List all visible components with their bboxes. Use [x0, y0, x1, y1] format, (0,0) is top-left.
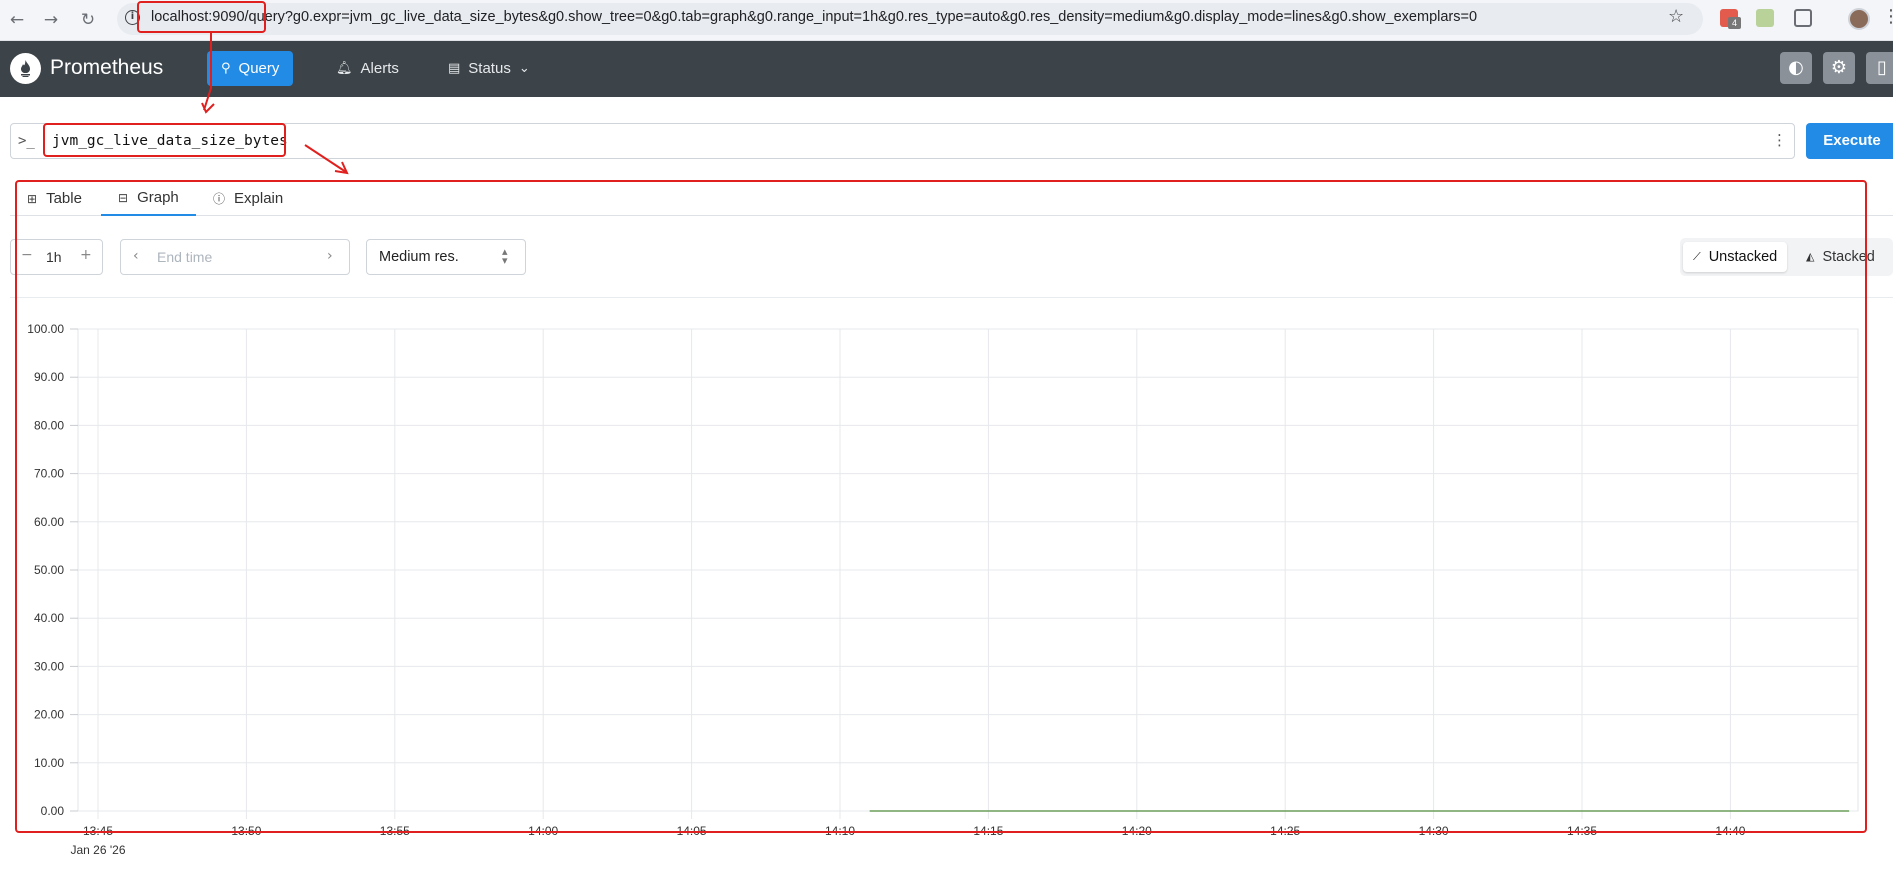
x-date-label: Jan 26 '26	[70, 843, 125, 857]
nav-alerts-label: Alerts	[360, 60, 399, 77]
browser-menu-icon[interactable]: ⋮	[1882, 6, 1893, 27]
extension-icon-2[interactable]	[1756, 9, 1774, 27]
forward-icon[interactable]: →	[39, 8, 63, 32]
annotation-expression-highlight	[43, 123, 286, 157]
nav-status[interactable]: ▤ Status ⌄	[434, 51, 544, 86]
nav-alerts[interactable]: 🔔︎ Alerts	[322, 51, 413, 86]
nav-query[interactable]: ⚲ Query	[207, 51, 294, 86]
theme-toggle-icon[interactable]: ◐	[1780, 52, 1812, 84]
url-text[interactable]: localhost:9090/query?g0.expr=jvm_gc_live…	[151, 9, 1477, 25]
server-icon: ▤	[448, 61, 461, 76]
prometheus-logo-icon[interactable]	[10, 53, 41, 84]
terminal-prompt-icon: >_	[18, 133, 35, 149]
arrow-diagonal-head	[334, 161, 349, 175]
reload-icon[interactable]: ↻	[76, 8, 100, 32]
back-icon[interactable]: ←	[5, 8, 29, 32]
bell-icon: 🔔︎	[336, 61, 353, 76]
app-header: Prometheus ⚲ Query 🔔︎ Alerts ▤ Status ⌄ …	[0, 41, 1893, 97]
nav-query-label: Query	[238, 60, 280, 77]
annotation-url-highlight	[137, 1, 266, 33]
chevron-down-icon: ⌄	[518, 61, 530, 76]
bookmark-star-icon[interactable]: ☆	[1668, 6, 1684, 27]
annotation-graph-highlight	[15, 180, 1867, 833]
settings-gear-icon[interactable]: ⚙	[1823, 52, 1855, 84]
docs-book-icon[interactable]: ▯	[1866, 52, 1893, 84]
extension-badge: 4	[1728, 17, 1741, 29]
arrow-down-head	[201, 102, 215, 114]
kebab-menu-icon[interactable]: ⋮	[1772, 131, 1787, 149]
execute-button[interactable]: Execute	[1806, 123, 1893, 159]
extensions-puzzle-icon[interactable]	[1794, 9, 1812, 27]
app-title[interactable]: Prometheus	[50, 56, 163, 80]
nav-status-label: Status	[468, 60, 511, 77]
search-icon: ⚲	[221, 61, 231, 76]
browser-toolbar: ← → ↻ i localhost:9090/query?g0.expr=jvm…	[0, 0, 1893, 41]
flame-icon	[21, 60, 30, 77]
avatar[interactable]	[1848, 8, 1870, 30]
